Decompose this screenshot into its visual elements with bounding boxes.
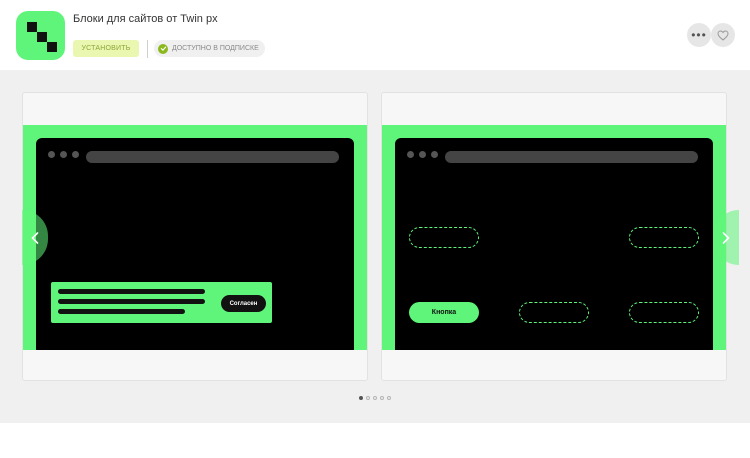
- demo-button[interactable]: Кнопка: [409, 302, 479, 323]
- window-dot: [419, 151, 426, 158]
- url-bar: [445, 151, 698, 163]
- outline-button-placeholder: [519, 302, 589, 323]
- gallery-slide-1[interactable]: Согласен: [22, 92, 368, 381]
- app-title: Блоки для сайтов от Twin px: [73, 13, 218, 25]
- subscription-badge: ДОСТУПНО В ПОДПИСКЕ: [154, 40, 265, 57]
- window-dot: [60, 151, 67, 158]
- slide-preview: Согласен: [23, 125, 367, 350]
- text-line: [58, 299, 205, 304]
- check-circle-icon: [158, 43, 168, 54]
- url-bar: [86, 151, 339, 163]
- window-dot: [407, 151, 414, 158]
- screenshot-gallery: Согласен Кнопка: [0, 70, 750, 423]
- outline-button-placeholder: [629, 227, 699, 248]
- heart-icon: [717, 29, 729, 41]
- app-logo-icon: [16, 11, 65, 60]
- favorite-button[interactable]: [711, 23, 735, 47]
- subscription-label: ДОСТУПНО В ПОДПИСКЕ: [172, 45, 259, 52]
- slide-preview: Кнопка: [382, 125, 726, 350]
- outline-button-placeholder: [409, 227, 479, 248]
- pagination-dots: [359, 396, 391, 400]
- pagination-dot-3[interactable]: [373, 396, 377, 400]
- more-options-button[interactable]: •••: [687, 23, 711, 47]
- pagination-dot-1[interactable]: [359, 396, 363, 400]
- browser-mockup: Кнопка: [395, 138, 713, 350]
- more-dots-icon: •••: [691, 28, 707, 42]
- header-divider: [147, 40, 148, 58]
- page-footer: [0, 423, 750, 458]
- text-line: [58, 309, 185, 314]
- gallery-slide-2[interactable]: Кнопка: [381, 92, 727, 381]
- agree-button[interactable]: Согласен: [221, 295, 266, 312]
- pagination-dot-5[interactable]: [387, 396, 391, 400]
- install-button[interactable]: УСТАНОВИТЬ: [73, 40, 139, 57]
- chevron-left-icon: [31, 231, 39, 244]
- window-dot: [48, 151, 55, 158]
- cookie-banner: Согласен: [51, 282, 272, 323]
- window-dot: [72, 151, 79, 158]
- pagination-dot-2[interactable]: [366, 396, 370, 400]
- pagination-dot-4[interactable]: [380, 396, 384, 400]
- chevron-right-icon: [722, 231, 730, 244]
- window-dot: [431, 151, 438, 158]
- browser-mockup: Согласен: [36, 138, 354, 350]
- app-header: Блоки для сайтов от Twin px УСТАНОВИТЬ Д…: [0, 0, 750, 70]
- text-line: [58, 289, 205, 294]
- outline-button-placeholder: [629, 302, 699, 323]
